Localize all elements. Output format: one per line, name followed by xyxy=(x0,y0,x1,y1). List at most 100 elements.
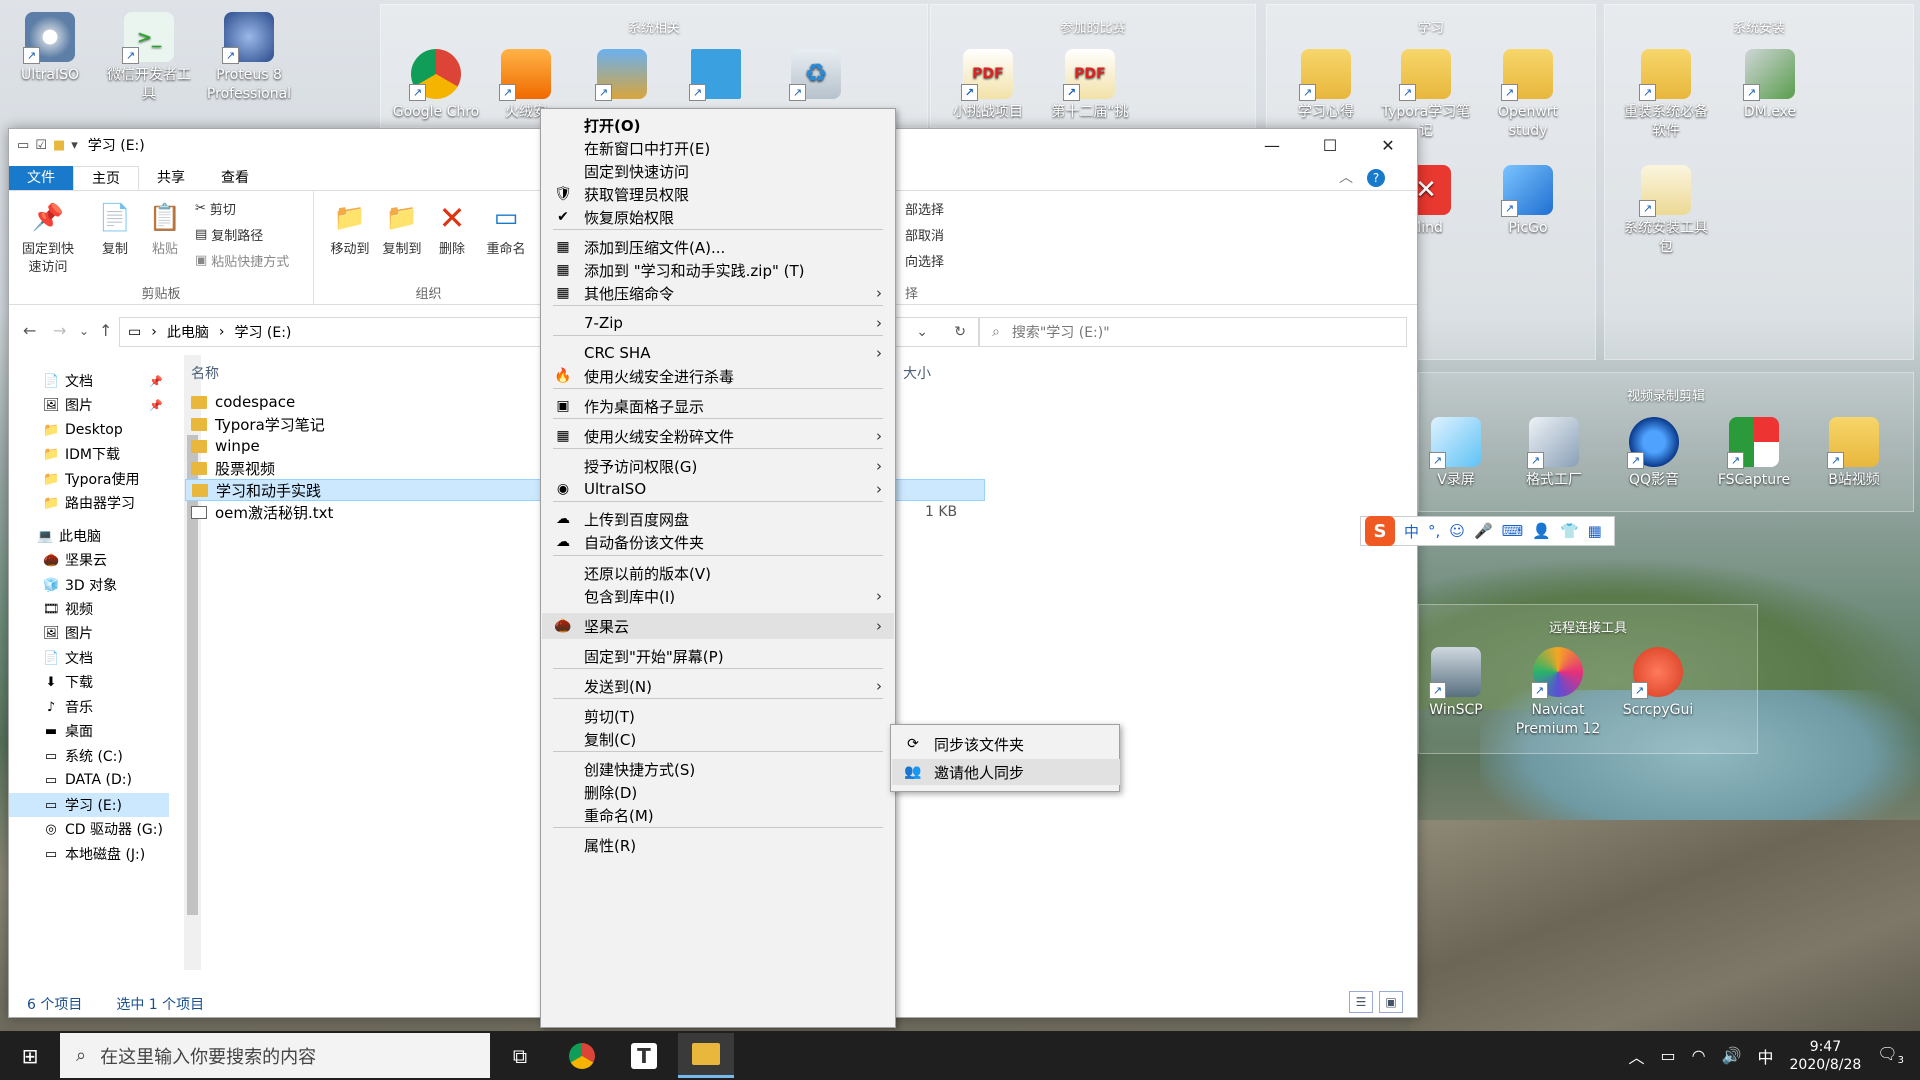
delete-button[interactable]: ✕ 删除 xyxy=(428,199,476,259)
ime-punctuation[interactable]: °, xyxy=(1428,522,1440,540)
context-menu-item[interactable]: 包含到库中(I) › xyxy=(542,583,894,609)
recent-locations-icon[interactable]: ⌄ xyxy=(79,324,89,338)
user-icon[interactable]: 👤 xyxy=(1532,522,1551,540)
column-header-name[interactable]: 名称 xyxy=(191,363,219,383)
desktop-icon-reinstall-software[interactable]: 重装系统必备软件 xyxy=(1621,49,1711,141)
nav-item[interactable]: 💻 此电脑 xyxy=(9,524,169,548)
menu-item-invite-sync[interactable]: 👥 邀请他人同步 xyxy=(892,759,1120,785)
battery-icon[interactable]: ▭ xyxy=(1660,1046,1675,1065)
context-menu-item[interactable]: 7-Zip › xyxy=(542,310,894,336)
nav-item[interactable]: 📁 路由器学习 xyxy=(9,491,169,515)
rename-button[interactable]: ▭ 重命名 xyxy=(478,199,534,259)
microphone-icon[interactable]: 🎤 xyxy=(1474,522,1493,540)
invert-selection-button[interactable]: 向选择 xyxy=(905,251,944,270)
column-header-size[interactable]: 大小 xyxy=(903,363,931,383)
nav-item[interactable]: 🖼 图片 xyxy=(9,621,169,645)
task-view-button[interactable]: ⧉ xyxy=(492,1033,548,1078)
desktop-icon-openwrt[interactable]: Openwrt study xyxy=(1483,49,1573,141)
breadcrumb-this-pc[interactable]: 此电脑 xyxy=(167,322,209,342)
select-none-button[interactable]: 部取消 xyxy=(905,225,944,244)
nav-item[interactable]: ▭ 本地磁盘 (J:) xyxy=(9,842,169,866)
desktop-icon-display[interactable] xyxy=(671,49,761,103)
collapse-ribbon-icon[interactable]: ︿ xyxy=(1339,166,1353,190)
pin-icon[interactable]: 📌 xyxy=(149,399,163,412)
desktop-icon-ev-record[interactable]: V录屏 xyxy=(1411,417,1501,490)
context-menu-item[interactable]: ▦ 使用火绒安全粉碎文件 › xyxy=(542,423,894,449)
tab-file[interactable]: 文件 xyxy=(9,166,73,190)
maximize-button[interactable]: ☐ xyxy=(1301,129,1359,161)
nav-item[interactable]: 🌰 坚果云 xyxy=(9,548,169,572)
context-menu-item[interactable]: ✔ 恢复原始权限 xyxy=(542,204,894,230)
folder-small-icon[interactable]: ■ xyxy=(53,138,65,153)
context-menu-item[interactable]: ◉ UltraISO › xyxy=(542,476,894,502)
breadcrumb-current[interactable]: 学习 (E:) xyxy=(234,322,291,342)
nav-item[interactable]: 📄 文档 xyxy=(9,646,169,670)
start-button[interactable]: ⊞ xyxy=(0,1031,60,1080)
search-input[interactable]: ⌕ 搜索"学习 (E:)" xyxy=(979,317,1407,347)
forward-arrow-icon[interactable]: → xyxy=(53,321,66,340)
desktop-icon-scrcpygui[interactable]: ScrcpyGui xyxy=(1613,647,1703,720)
tab-view[interactable]: 查看 xyxy=(203,166,267,190)
nav-item[interactable]: 🧊 3D 对象 xyxy=(9,573,169,597)
paste-shortcut-button[interactable]: ▣ 粘贴快捷方式 xyxy=(195,251,289,270)
menu-item-sync-folder[interactable]: ⟳ 同步该文件夹 xyxy=(892,731,1120,757)
show-hidden-icons-icon[interactable]: ︿ xyxy=(1628,1044,1644,1068)
desktop-icon-proteus[interactable]: Proteus 8 Professional xyxy=(204,12,294,104)
emoji-icon[interactable]: ☺ xyxy=(1449,522,1465,540)
skin-shirt-icon[interactable]: 👕 xyxy=(1560,522,1579,540)
toolbox-grid-icon[interactable]: ▦ xyxy=(1588,522,1602,540)
context-menu-item[interactable]: 重命名(M) xyxy=(542,802,894,828)
copy-to-button[interactable]: 📁 复制到 xyxy=(374,199,430,259)
copy-path-button[interactable]: ▤ 复制路径 xyxy=(195,225,263,244)
cut-button[interactable]: ✂ 剪切 xyxy=(195,199,236,218)
taskbar-typora[interactable]: T xyxy=(616,1033,672,1078)
taskbar-chrome[interactable] xyxy=(554,1033,610,1078)
context-menu-item[interactable]: 固定到"开始"屏幕(P) xyxy=(542,643,894,669)
desktop-icon-dm-exe[interactable]: DM.exe xyxy=(1725,49,1815,122)
paste-button[interactable]: 📋 粘贴 xyxy=(137,199,193,259)
tab-share[interactable]: 共享 xyxy=(139,166,203,190)
checkbox-icon[interactable]: ☑ xyxy=(35,138,47,153)
help-icon[interactable]: ? xyxy=(1367,169,1385,187)
nav-item[interactable]: 🎞 视频 xyxy=(9,597,169,621)
address-dropdown-icon[interactable]: ⌄ xyxy=(916,324,928,340)
volume-icon[interactable]: 🔊 xyxy=(1722,1046,1742,1065)
nav-item[interactable]: 📁 Desktop xyxy=(9,418,169,442)
desktop-icon-fscapture[interactable]: FSCapture xyxy=(1709,417,1799,490)
ime-indicator[interactable]: 中 xyxy=(1758,1044,1774,1068)
clock[interactable]: 9:47 2020/8/28 xyxy=(1790,1038,1862,1074)
taskbar-file-explorer[interactable] xyxy=(678,1033,734,1078)
desktop-icon-chrome[interactable]: Google Chro xyxy=(391,49,481,122)
nav-item[interactable]: ▬ 桌面 xyxy=(9,719,169,743)
desktop-icon-navicat[interactable]: Navicat Premium 12 xyxy=(1513,647,1603,739)
wifi-icon[interactable]: ◠ xyxy=(1692,1046,1706,1065)
close-button[interactable]: ✕ xyxy=(1359,129,1417,161)
pin-icon[interactable]: 📌 xyxy=(149,375,163,388)
context-menu-item[interactable]: 🌰 坚果云 › xyxy=(542,613,894,639)
refresh-icon[interactable]: ↻ xyxy=(954,324,966,340)
desktop-icon-contest-1[interactable]: PDF 小挑战项目 xyxy=(943,49,1033,122)
desktop-icon-archive[interactable] xyxy=(577,49,667,103)
desktop-icon-install-tools[interactable]: 系统安装工具包 xyxy=(1621,165,1711,257)
taskbar-search-box[interactable]: ⌕ 在这里输入你要搜索的内容 xyxy=(60,1033,490,1078)
keyboard-icon[interactable]: ⌨ xyxy=(1502,522,1524,540)
desktop-icon-recycle-bin[interactable]: ♻ xyxy=(771,49,861,103)
pin-quick-access-button[interactable]: 📌 固定到快速访问 xyxy=(17,199,79,277)
dropdown-arrow-icon[interactable]: ▾ xyxy=(71,138,78,153)
context-menu-item[interactable]: 🔥 使用火绒安全进行杀毒 xyxy=(542,363,894,389)
move-to-button[interactable]: 📁 移动到 xyxy=(322,199,378,259)
details-view-icon[interactable]: ☰ xyxy=(1349,991,1373,1013)
nav-item[interactable]: 📁 Typora使用 xyxy=(9,467,169,491)
nav-item[interactable]: ▭ DATA (D:) xyxy=(9,768,169,792)
tab-home[interactable]: 主页 xyxy=(73,166,139,190)
up-arrow-icon[interactable]: ↑ xyxy=(99,321,112,340)
desktop-icon-contest-2[interactable]: PDF 第十二届“挑 xyxy=(1045,49,1135,122)
notification-icon[interactable]: 🗨3 xyxy=(1877,1044,1904,1066)
nav-item[interactable]: 📄 文档 📌 xyxy=(9,369,169,393)
context-menu-item[interactable]: ☁ 自动备份该文件夹 xyxy=(542,529,894,555)
context-menu-item[interactable]: ▦ 其他压缩命令 › xyxy=(542,280,894,306)
nav-item[interactable]: ⬇ 下载 xyxy=(9,670,169,694)
desktop-icon-format-factory[interactable]: 格式工厂 xyxy=(1509,417,1599,490)
minimize-button[interactable]: — xyxy=(1243,129,1301,161)
context-menu-item[interactable]: 发送到(N) › xyxy=(542,673,894,699)
